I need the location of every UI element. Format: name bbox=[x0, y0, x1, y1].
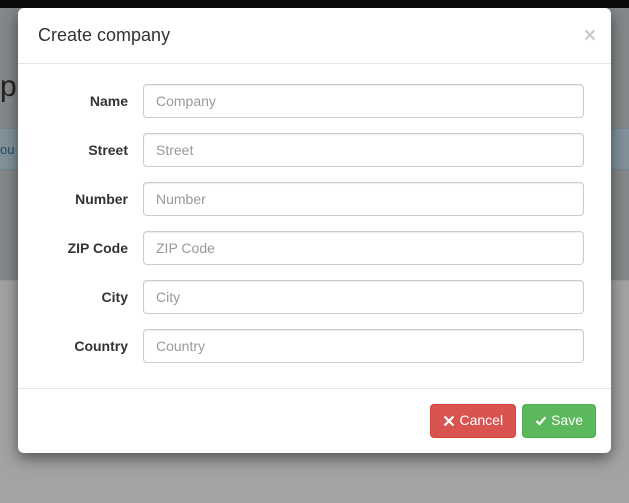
form-row-name: Name bbox=[33, 84, 596, 118]
label-street: Street bbox=[33, 142, 143, 158]
form-row-zip: ZIP Code bbox=[33, 231, 596, 265]
check-icon bbox=[535, 415, 547, 427]
input-city[interactable] bbox=[143, 280, 584, 314]
modal-footer: Cancel Save bbox=[18, 388, 611, 453]
modal-body: Name Street Number ZIP Code City Country bbox=[18, 64, 611, 388]
x-icon bbox=[443, 415, 455, 427]
form-row-country: Country bbox=[33, 329, 596, 363]
cancel-button-label: Cancel bbox=[459, 411, 503, 431]
modal-header: Create company × bbox=[18, 8, 611, 64]
input-zip[interactable] bbox=[143, 231, 584, 265]
label-city: City bbox=[33, 289, 143, 305]
save-button[interactable]: Save bbox=[522, 404, 596, 438]
close-icon: × bbox=[584, 24, 596, 47]
cancel-button[interactable]: Cancel bbox=[430, 404, 516, 438]
close-button[interactable]: × bbox=[584, 25, 596, 46]
label-zip: ZIP Code bbox=[33, 240, 143, 256]
create-company-modal: Create company × Name Street Number ZIP … bbox=[18, 8, 611, 453]
modal-title: Create company bbox=[38, 23, 170, 48]
form-row-street: Street bbox=[33, 133, 596, 167]
input-name[interactable] bbox=[143, 84, 584, 118]
form-row-number: Number bbox=[33, 182, 596, 216]
label-country: Country bbox=[33, 338, 143, 354]
input-street[interactable] bbox=[143, 133, 584, 167]
input-number[interactable] bbox=[143, 182, 584, 216]
label-name: Name bbox=[33, 93, 143, 109]
save-button-label: Save bbox=[551, 411, 583, 431]
form-row-city: City bbox=[33, 280, 596, 314]
label-number: Number bbox=[33, 191, 143, 207]
input-country[interactable] bbox=[143, 329, 584, 363]
